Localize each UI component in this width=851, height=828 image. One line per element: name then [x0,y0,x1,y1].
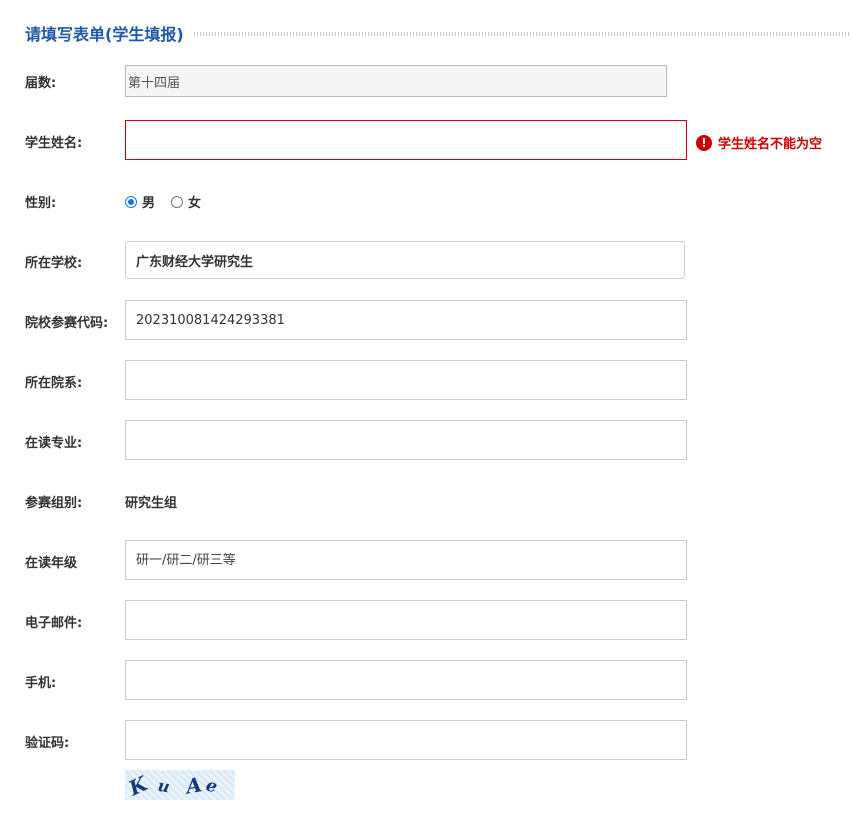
group-value: 研究生组 [125,496,178,511]
gender-option-male-label: 男 [142,196,156,211]
phone-input[interactable] [136,661,676,699]
captcha-field[interactable] [125,720,687,760]
email-field[interactable] [125,600,687,640]
gender-option-female[interactable]: 女 [171,192,201,211]
captcha-label: 验证码: [25,736,70,751]
school-value: 广东财经大学研究生 [136,254,254,270]
session-label: 届数: [25,76,57,91]
school-field[interactable]: 广东财经大学研究生 [125,241,685,279]
school-label: 所在学校: [25,256,83,271]
gender-option-male[interactable]: 男 [125,192,155,211]
major-field[interactable] [125,420,687,460]
grade-field[interactable] [125,540,687,580]
department-field[interactable] [125,360,687,400]
student-name-label: 学生姓名: [25,136,83,151]
school-code-input[interactable] [136,301,676,339]
gender-option-female-label: 女 [188,196,202,211]
session-value: 第十四届 [128,75,181,91]
student-name-error: ! 学生姓名不能为空 [696,133,822,152]
major-label: 在读专业: [25,436,83,451]
title-divider [193,32,851,36]
form-title: 请填写表单(学生填报) [25,25,184,44]
gender-radio-group: 男 女 [125,192,217,211]
school-code-field[interactable] [125,300,687,340]
student-name-input[interactable] [136,121,676,159]
radio-checked-icon[interactable] [125,195,137,208]
radio-unchecked-icon[interactable] [171,195,184,208]
captcha-input[interactable] [136,721,676,759]
captcha-image-text: Ku Ae [124,769,223,801]
captcha-image[interactable]: Ku Ae [125,770,235,800]
phone-field[interactable] [125,660,687,700]
form-section-header: 请填写表单(学生填报) [25,20,851,46]
school-code-label: 院校参赛代码: [25,316,109,331]
student-name-error-text: 学生姓名不能为空 [718,137,823,152]
major-input[interactable] [136,421,676,459]
department-label: 所在院系: [25,376,83,391]
phone-label: 手机: [25,676,57,691]
session-field: 第十四届 [125,65,667,97]
group-label: 参赛组别: [25,496,83,511]
department-input[interactable] [136,361,676,399]
exclamation-icon: ! [696,134,712,151]
grade-input[interactable] [136,541,676,579]
email-label: 电子邮件: [25,616,83,631]
gender-label: 性别: [25,196,57,211]
student-name-field[interactable] [125,120,687,160]
grade-label: 在读年级 [25,556,78,571]
email-input[interactable] [136,601,676,639]
